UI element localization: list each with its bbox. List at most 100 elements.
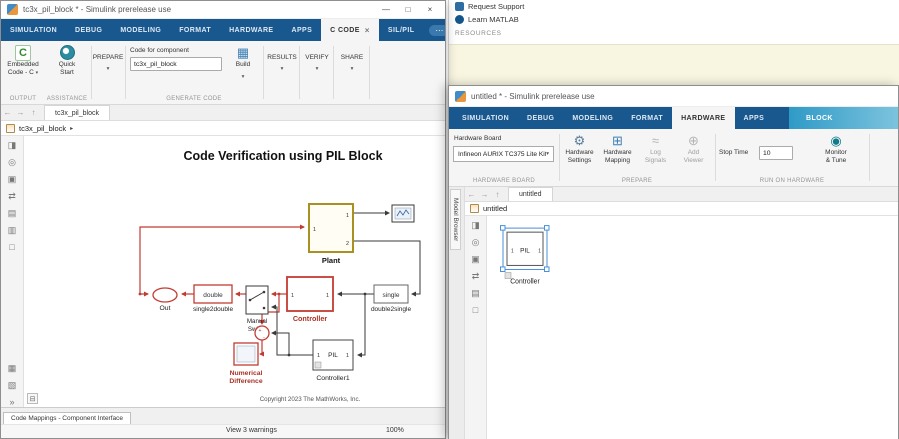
numerical-difference-block[interactable] (233, 342, 259, 366)
button-label: & Tune (825, 156, 847, 164)
fit-to-view-icon[interactable]: ▣ (471, 254, 480, 264)
tab-block[interactable]: BLOCK (797, 115, 842, 122)
wire-feedback-to-plant[interactable] (139, 224, 305, 294)
scope-block[interactable] (391, 204, 415, 223)
zoom-controls-icon[interactable]: ▦ (8, 363, 17, 373)
out-port-block[interactable] (152, 287, 178, 303)
tab-format[interactable]: FORMAT (170, 19, 220, 41)
wire-junction (138, 292, 142, 296)
embedded-code-button[interactable]: C Embedded Code - C ▾ (3, 41, 43, 77)
up-to-parent-icon[interactable]: ↑ (27, 105, 40, 120)
monitor-tune-button[interactable]: ◉ Monitor & Tune (813, 129, 859, 164)
tab-modeling[interactable]: MODELING (111, 19, 170, 41)
document-tab[interactable]: tc3x_pil_block (44, 105, 110, 120)
add-viewer-icon: ⊕ (688, 132, 699, 148)
fit-to-view-icon[interactable]: ▣ (8, 174, 17, 184)
signal-routing-icon[interactable]: ⇄ (8, 191, 16, 201)
hardware-board-dropdown[interactable]: Infineon AURIX TC375 Lite Kit ▾ (453, 146, 554, 162)
tab-apps[interactable]: APPS (283, 19, 322, 41)
breadcrumb-item[interactable]: tc3x_pil_block (19, 124, 66, 133)
controller-block[interactable]: 1 1 (286, 276, 334, 312)
signal-routing-icon[interactable]: ⇄ (472, 271, 480, 281)
section-label-prepare: PREPARE (621, 178, 653, 184)
wire-controller1-to-sum[interactable] (271, 330, 290, 355)
tab-simulation[interactable]: SIMULATION (1, 19, 66, 41)
quick-start-button[interactable]: Quick Start (45, 41, 89, 76)
notification-band (449, 44, 899, 85)
button-label: Viewer (683, 156, 704, 164)
annotation-icon[interactable]: □ (9, 242, 14, 252)
double2single-block[interactable]: single (373, 284, 409, 304)
zoom-icon[interactable]: ◎ (472, 237, 480, 247)
wire-sum-to-numdiff[interactable] (259, 340, 264, 357)
log-signals-button[interactable]: ≈ Log Signals (637, 129, 674, 164)
breadcrumb[interactable]: untitled (465, 202, 898, 216)
hardware-mapping-button[interactable]: ⊞ Hardware Mapping (599, 129, 636, 164)
toolstrip-overflow-button[interactable]: ⋯ (429, 24, 445, 36)
tab-hardware[interactable]: HARDWARE (220, 19, 282, 41)
breadcrumb[interactable]: tc3x_pil_block ▸ (1, 121, 445, 136)
build-button[interactable]: ▦ Build ▾ (227, 41, 259, 80)
hide-browser-icon[interactable]: ◨ (471, 220, 480, 230)
library-browser-icon[interactable]: ▥ (8, 225, 17, 235)
learn-matlab-link[interactable]: Learn MATLAB (449, 13, 899, 26)
annotation-icon[interactable]: □ (473, 305, 478, 315)
tab-close-icon[interactable]: × (365, 26, 370, 35)
back-icon[interactable]: ← (1, 105, 14, 120)
verify-gallery-button[interactable]: VERIFY ▾ (303, 41, 331, 104)
forward-icon[interactable]: → (478, 187, 491, 201)
port-number: 2 (346, 241, 349, 247)
minimize-button[interactable]: — (375, 2, 397, 18)
hide-browser-icon[interactable]: ◨ (8, 140, 17, 150)
request-support-link[interactable]: Request Support (449, 0, 899, 13)
tab-c-code[interactable]: C CODE × (321, 19, 379, 41)
tab-format[interactable]: FORMAT (622, 107, 672, 129)
add-viewer-button[interactable]: ⊕ Add Viewer (675, 129, 712, 164)
stop-time-input[interactable] (759, 146, 793, 160)
zoom-level[interactable]: 100% (386, 427, 404, 434)
port-number: 1 (538, 248, 541, 254)
wire-to-controller1[interactable] (357, 294, 366, 358)
forward-icon[interactable]: → (14, 105, 27, 120)
copyright-annotation: Copyright 2023 The MathWorks, Inc. (260, 396, 361, 403)
tab-debug[interactable]: DEBUG (518, 107, 563, 129)
tab-hardware[interactable]: HARDWARE (672, 107, 735, 129)
close-button[interactable]: × (419, 2, 441, 18)
controller1-pil-block[interactable]: 1 1 PIL (312, 339, 354, 371)
tab-simulation[interactable]: SIMULATION (453, 107, 518, 129)
sample-time-icon[interactable]: ▤ (8, 208, 17, 218)
viewmarks-icon[interactable]: ▧ (8, 380, 17, 390)
back-icon[interactable]: ← (465, 187, 478, 201)
tab-apps[interactable]: APPS (735, 107, 774, 129)
zoom-icon[interactable]: ◎ (8, 157, 16, 167)
sample-time-icon[interactable]: ▤ (471, 288, 480, 298)
window-title: untitled * - Simulink prerelease use (471, 91, 595, 101)
model-canvas[interactable]: ⊟ Code Verification using PIL Block 1 1 … (24, 136, 445, 407)
button-label: Embedded (7, 61, 39, 68)
results-gallery-button[interactable]: RESULTS ▾ (267, 41, 297, 104)
code-mappings-tab[interactable]: Code Mappings - Component Interface (3, 412, 132, 424)
collapse-panel-button[interactable]: ⊟ (27, 393, 38, 404)
sum-block[interactable]: + - (254, 325, 270, 341)
section-label-run-on-hardware: RUN ON HARDWARE (759, 178, 825, 184)
tab-modeling[interactable]: MODELING (563, 107, 622, 129)
more-tools-icon[interactable]: » (9, 397, 14, 407)
code-for-component-input[interactable] (130, 57, 222, 71)
tab-sil-pil[interactable]: SIL/PIL (379, 19, 424, 41)
manual-switch-block[interactable] (245, 285, 269, 315)
view-warnings-link[interactable]: View 3 warnings (226, 427, 277, 434)
model-canvas[interactable]: 1 PIL 1 Controller (487, 216, 898, 439)
breadcrumb-item[interactable]: untitled (483, 204, 507, 213)
hardware-settings-button[interactable]: ⚙ Hardware Settings (561, 129, 598, 164)
model-browser-tab[interactable]: Model Browser (450, 189, 461, 251)
pil-block[interactable]: 1 PIL 1 (506, 231, 544, 266)
simulink-app-icon (7, 4, 18, 15)
single2double-block[interactable]: double (193, 284, 233, 304)
tab-debug[interactable]: DEBUG (66, 19, 111, 41)
document-tab[interactable]: untitled (508, 187, 553, 201)
plant-block[interactable]: 1 1 2 (308, 203, 354, 253)
prepare-gallery-button[interactable]: PREPARE ▾ (93, 41, 124, 104)
maximize-button[interactable]: □ (397, 2, 419, 18)
share-gallery-button[interactable]: SHARE ▾ (337, 41, 367, 104)
up-to-parent-icon[interactable]: ↑ (491, 187, 504, 201)
